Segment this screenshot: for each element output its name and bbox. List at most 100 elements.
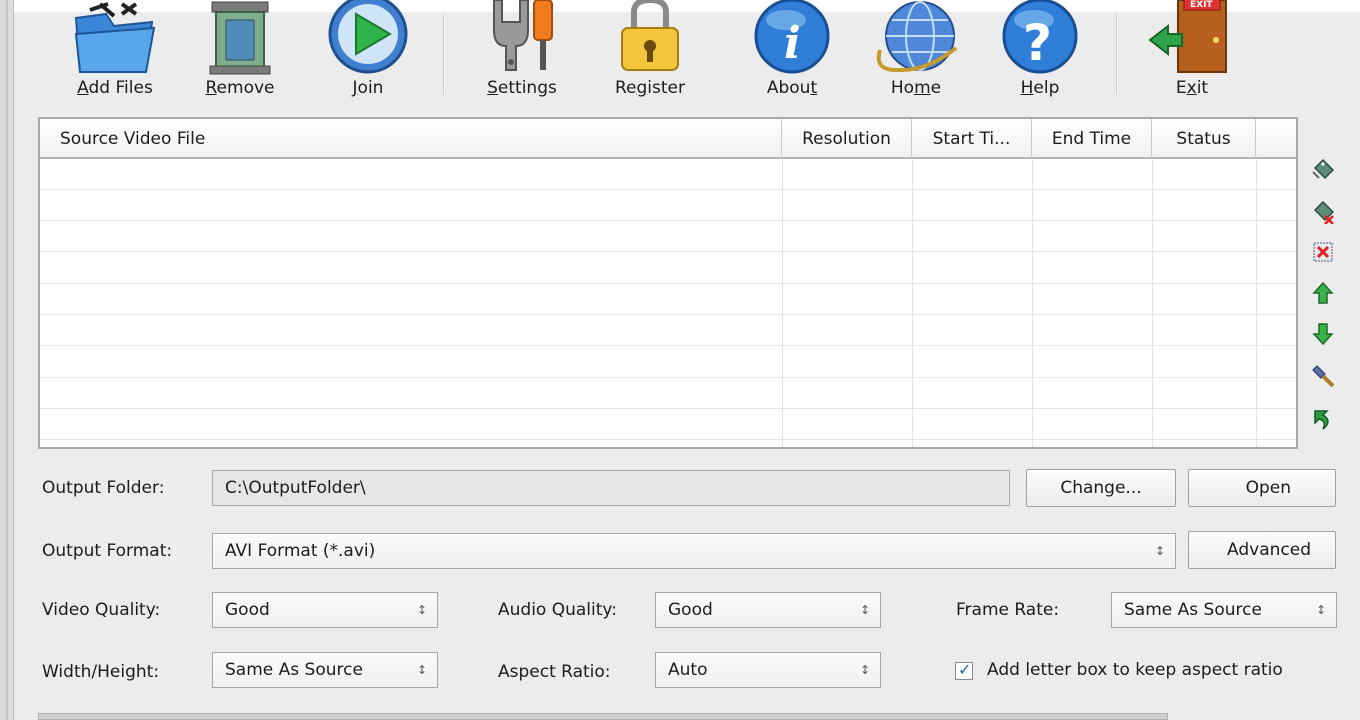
video-quality-label: Video Quality: [42,600,161,620]
add-files-icon [60,0,170,76]
aspect-ratio-value: Auto [668,660,708,680]
column-resolution[interactable]: Resolution [782,119,912,159]
svg-text:i: i [784,18,801,69]
width-height-select[interactable]: Same As Source ↕ [212,652,438,688]
row-divider [40,189,1296,190]
audio-quality-label: Audio Quality: [498,600,617,620]
register-button[interactable]: Register [600,0,700,110]
frame-rate-label: Frame Rate: [956,600,1060,620]
list-body[interactable] [40,159,1296,447]
column-start-time[interactable]: Start Ti... [912,119,1032,159]
settings-label: Settings [487,78,557,98]
settings-icon [472,0,572,76]
audio-quality-value: Good [668,600,713,620]
add-files-label: Add Files [77,78,153,98]
help-icon: ? [990,0,1090,76]
output-format-label: Output Format: [42,541,173,561]
select-arrow-icon: ↕ [859,603,870,617]
column-divider [1032,159,1033,447]
select-arrow-icon: ↕ [859,663,870,677]
select-arrow-icon: ↕ [416,603,427,617]
video-quality-value: Good [225,600,270,620]
select-arrow-icon: ↕ [1315,603,1326,617]
join-icon [318,0,418,76]
edit-button[interactable] [1311,364,1335,388]
open-button[interactable]: Open [1188,469,1336,507]
delete-all-button[interactable] [1311,240,1335,264]
row-divider [40,377,1296,378]
window-left-edge [0,0,14,720]
exit-icon: EXIT [1142,0,1242,76]
about-button[interactable]: i About [742,0,842,110]
letterbox-label: Add letter box to keep aspect ratio [987,660,1283,680]
register-icon [600,0,700,76]
remove-button[interactable]: Remove [190,0,290,110]
tag-icon [1311,158,1335,187]
about-label: About [766,78,818,98]
tag-button[interactable] [1311,158,1335,182]
frame-rate-select[interactable]: Same As Source ↕ [1111,592,1337,628]
exit-label: Exit [1175,78,1209,98]
join-button[interactable]: Join [318,0,418,110]
toolbar-separator [1116,14,1118,94]
letterbox-checkbox[interactable] [955,660,973,680]
output-format-select[interactable]: AVI Format (*.avi) ↕ [212,533,1176,569]
move-up-icon [1311,281,1335,310]
edit-icon [1311,365,1335,393]
register-label: Register [614,78,685,98]
tag-remove-icon [1311,200,1335,229]
row-divider [40,345,1296,346]
column-divider [1256,159,1257,447]
row-divider [40,314,1296,315]
settings-button[interactable]: Settings [472,0,572,110]
toolbar-separator [443,14,445,94]
aspect-ratio-label: Aspect Ratio: [498,662,611,682]
frame-rate-value: Same As Source [1124,600,1262,620]
help-button[interactable]: ? Help [990,0,1090,110]
row-divider [40,408,1296,409]
column-status[interactable]: Status [1152,119,1256,159]
output-folder-field[interactable]: C:\OutputFolder\ [212,470,1010,506]
about-icon: i [742,0,842,76]
video-quality-select[interactable]: Good ↕ [212,592,438,628]
width-height-value: Same As Source [225,660,363,680]
aspect-ratio-select[interactable]: Auto ↕ [655,652,881,688]
join-label: Join [352,78,384,98]
column-divider [1152,159,1153,447]
move-up-button[interactable] [1311,281,1335,305]
select-arrow-icon: ↕ [416,663,427,677]
audio-quality-select[interactable]: Good ↕ [655,592,881,628]
column-divider [782,159,783,447]
svg-text:EXIT: EXIT [1190,0,1213,10]
source-file-list[interactable]: Source Video File Resolution Start Ti...… [38,117,1298,449]
home-label: Home [890,78,942,98]
refresh-button[interactable] [1311,407,1335,431]
remove-icon [190,0,290,76]
home-button[interactable]: Home [866,0,966,110]
row-divider [40,439,1296,440]
column-divider [912,159,913,447]
change-button[interactable]: Change... [1026,469,1176,507]
status-bar [38,713,1168,720]
exit-button[interactable]: EXIT Exit [1142,0,1242,110]
advanced-button[interactable]: Advanced [1188,531,1336,569]
help-label: Help [1020,78,1060,98]
output-format-value: AVI Format (*.avi) [225,541,376,561]
row-divider [40,220,1296,221]
row-divider [40,251,1296,252]
list-header: Source Video File Resolution Start Ti...… [40,119,1296,159]
column-end-time[interactable]: End Time [1032,119,1152,159]
delete-all-icon [1311,242,1335,269]
column-source-video-file[interactable]: Source Video File [40,119,782,159]
tag-remove-button[interactable] [1311,200,1335,225]
remove-label: Remove [205,78,275,98]
width-height-label: Width/Height: [42,662,160,682]
svg-text:?: ? [1023,14,1052,72]
row-divider [40,283,1296,284]
add-files-button[interactable]: Add Files [60,0,170,110]
select-arrow-icon: ↕ [1154,544,1165,558]
move-down-icon [1311,323,1335,351]
move-down-button[interactable] [1311,322,1335,346]
home-icon [866,0,966,76]
refresh-icon [1311,410,1335,436]
